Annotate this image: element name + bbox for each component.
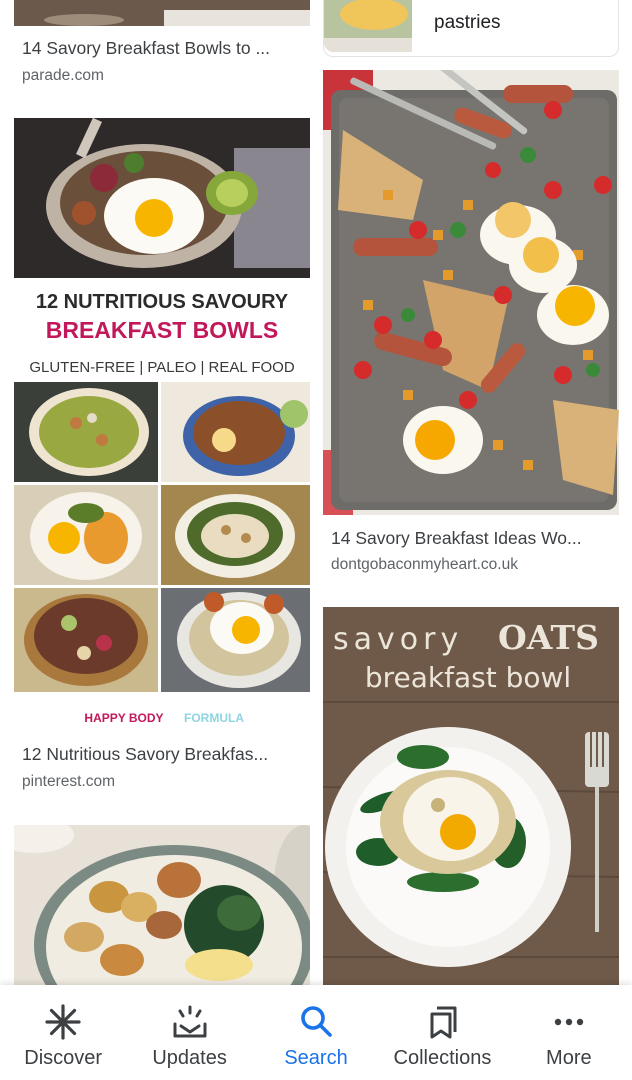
result-card-savory-oats[interactable]: savory OATS breakfast bowl	[323, 607, 619, 985]
result-source: dontgobaconmyheart.co.uk	[331, 556, 518, 573]
result-image-potato-bowl[interactable]	[14, 825, 310, 985]
pin-brand-part2: FORMULA	[184, 711, 244, 725]
result-title[interactable]: 14 Savory Breakfast Ideas Wo...	[331, 528, 611, 549]
oats-title-light: savory	[333, 622, 463, 657]
nav-label: More	[546, 1047, 592, 1069]
nav-label: Discover	[24, 1047, 103, 1069]
nav-label: Updates	[152, 1047, 227, 1069]
result-card-parade[interactable]: 14 Savory Breakfast Bowls to ... parade.…	[14, 0, 310, 100]
result-card-pastries[interactable]: pastries	[323, 0, 619, 57]
result-source: parade.com	[22, 67, 104, 84]
nav-search[interactable]: Search	[253, 985, 379, 1080]
oats-subtitle: breakfast bowl	[365, 661, 571, 694]
result-image-sheet-pan[interactable]	[323, 70, 619, 515]
result-image-partial[interactable]	[14, 0, 310, 26]
collections-icon	[430, 1006, 457, 1039]
asterisk-icon	[45, 1004, 81, 1040]
more-dots-icon	[554, 1018, 584, 1026]
updates-icon	[173, 1005, 207, 1038]
nav-more[interactable]: More	[506, 985, 632, 1080]
result-title[interactable]: 12 Nutritious Savory Breakfas...	[22, 744, 302, 765]
result-card-pinterest[interactable]: 12 NUTRITIOUS SAVOURY BREAKFAST BOWLS GL…	[14, 118, 310, 798]
result-card-sheet-pan[interactable]: 14 Savory Breakfast Ideas Wo... dontgoba…	[323, 70, 619, 590]
oats-title-bold: OATS	[498, 618, 599, 657]
pin-headline-line2: BREAKFAST BOWLS	[46, 317, 279, 343]
result-title[interactable]: 14 Savory Breakfast Bowls to ...	[22, 38, 302, 59]
nav-updates[interactable]: Updates	[126, 985, 252, 1080]
nav-label: Search	[284, 1047, 348, 1069]
bottom-navigation: Discover Updates Search Collections More	[0, 985, 632, 1080]
nav-label: Collections	[393, 1047, 492, 1069]
result-image-savory-oats[interactable]: savory OATS breakfast bowl	[323, 607, 619, 985]
pin-headline-line1: 12 NUTRITIOUS SAVOURY	[36, 291, 289, 313]
result-image-breakfast-bowls[interactable]: 12 NUTRITIOUS SAVOURY BREAKFAST BOWLS GL…	[14, 118, 310, 728]
search-icon	[301, 1006, 332, 1037]
result-title[interactable]: pastries	[434, 12, 501, 34]
pin-tags: GLUTEN-FREE | PALEO | REAL FOOD	[29, 359, 295, 376]
nav-discover[interactable]: Discover	[0, 985, 126, 1080]
nav-collections[interactable]: Collections	[379, 985, 505, 1080]
pin-brand-part1: HAPPY BODY	[84, 711, 163, 725]
result-source: pinterest.com	[22, 773, 116, 790]
result-card-potato-bowl[interactable]	[14, 825, 310, 985]
result-image-pastries[interactable]	[324, 0, 412, 52]
